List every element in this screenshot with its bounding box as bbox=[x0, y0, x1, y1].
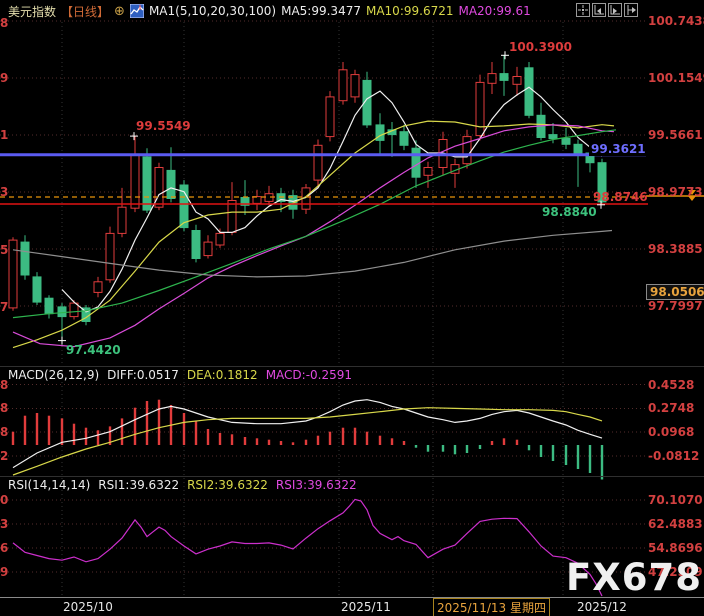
rsi-header: RSI(14,14,14) RSI1:39.6322 RSI2:39.6322 … bbox=[8, 478, 357, 492]
panel-separator bbox=[0, 366, 704, 367]
kline-icon[interactable] bbox=[130, 4, 144, 18]
date-axis: 2025/10 2025/11 2025/11/13 星期四 2025/12 bbox=[0, 598, 704, 616]
symbol-name: 美元指数 bbox=[8, 3, 56, 20]
chart-header: 美元指数 【日线】 ⊕ MA1(5,10,20,30,100) MA5:99.3… bbox=[8, 2, 531, 20]
crosshair-icon[interactable] bbox=[576, 3, 590, 17]
macd-dea-value: DEA:0.1812 bbox=[187, 368, 258, 382]
chart-toolbar bbox=[576, 3, 638, 17]
macd-title: MACD(26,12,9) bbox=[8, 368, 99, 382]
rsi-title: RSI(14,14,14) bbox=[8, 478, 90, 492]
panel-separator bbox=[0, 476, 704, 477]
circle-plus-icon[interactable]: ⊕ bbox=[114, 4, 125, 19]
ma10-value: MA10:99.6721 bbox=[366, 4, 454, 18]
date-label: 2025/10 bbox=[63, 600, 113, 614]
macd-value: MACD:-0.2591 bbox=[266, 368, 352, 382]
pan-right-icon[interactable] bbox=[624, 3, 638, 17]
chart-canvas[interactable] bbox=[0, 0, 704, 616]
watermark: FX678 bbox=[566, 556, 702, 599]
period-label: 【日线】 bbox=[61, 3, 109, 20]
ma5-value: MA5:99.3477 bbox=[281, 4, 361, 18]
ma20-value: MA20:99.61 bbox=[458, 4, 530, 18]
chart-app: 美元指数 【日线】 ⊕ MA1(5,10,20,30,100) MA5:99.3… bbox=[0, 0, 704, 616]
rsi3-value: RSI3:39.6322 bbox=[276, 478, 357, 492]
date-label: 2025/11 bbox=[341, 600, 391, 614]
rsi2-value: RSI2:39.6322 bbox=[187, 478, 268, 492]
rsi1-value: RSI1:39.6322 bbox=[98, 478, 179, 492]
macd-diff-value: DIFF:0.0517 bbox=[107, 368, 179, 382]
axis-zoom-in-icon[interactable] bbox=[608, 3, 622, 17]
macd-header: MACD(26,12,9) DIFF:0.0517 DEA:0.1812 MAC… bbox=[8, 368, 352, 382]
crosshair-date-label: 2025/11/13 星期四 bbox=[433, 598, 550, 616]
axis-zoom-out-icon[interactable] bbox=[592, 3, 606, 17]
ma-params-label: MA1(5,10,20,30,100) bbox=[149, 4, 276, 18]
date-label: 2025/12 bbox=[577, 600, 627, 614]
